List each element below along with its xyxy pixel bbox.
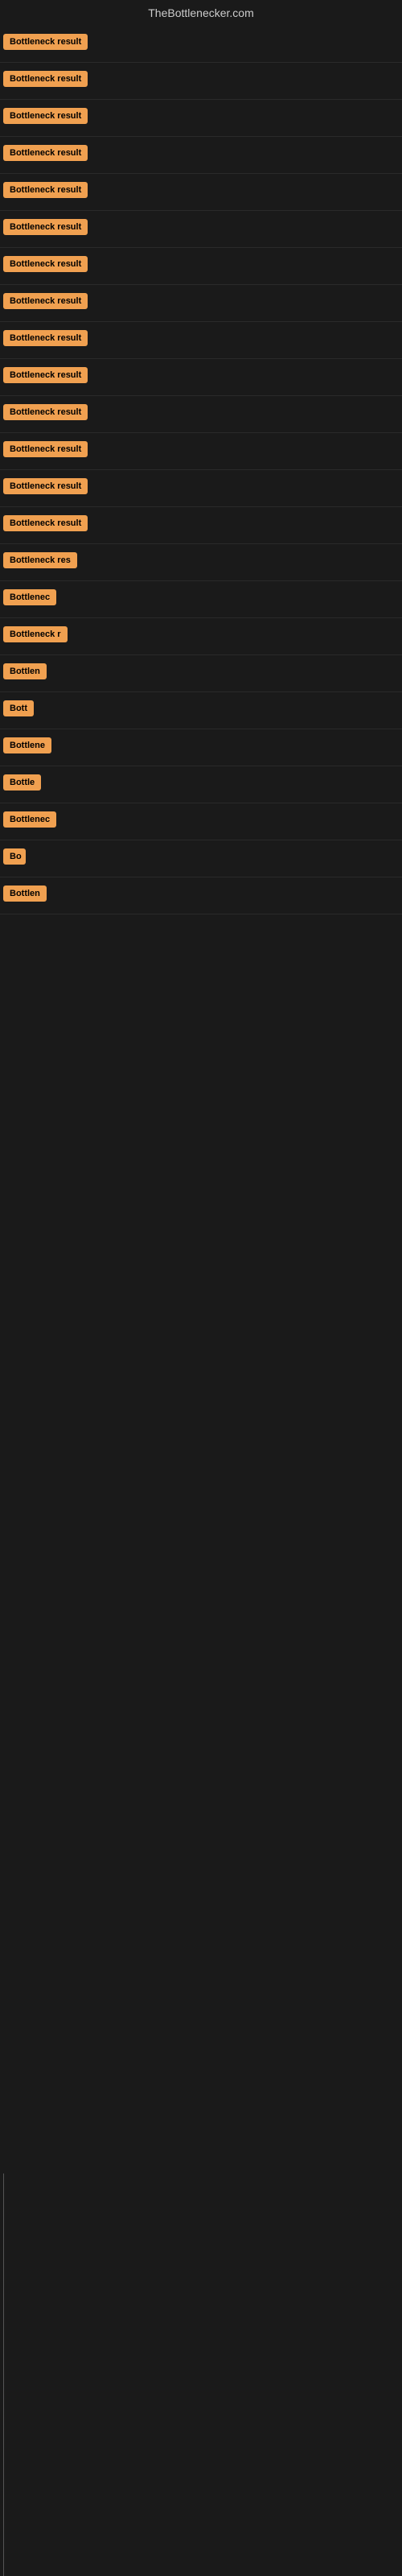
result-row: Bottleneck result — [0, 507, 402, 544]
bottleneck-badge[interactable]: Bottleneck result — [3, 182, 88, 198]
bottleneck-badge[interactable]: Bo — [3, 848, 26, 865]
result-row: Bottlen — [0, 877, 402, 914]
bottleneck-badge[interactable]: Bottlen — [3, 886, 47, 902]
result-row: Bottlenec — [0, 581, 402, 618]
bottleneck-badge[interactable]: Bottleneck r — [3, 626, 68, 642]
result-row: Bottleneck result — [0, 137, 402, 174]
bottleneck-badge[interactable]: Bott — [3, 700, 34, 716]
bottleneck-badge[interactable]: Bottleneck result — [3, 71, 88, 87]
result-row: Bo — [0, 840, 402, 877]
result-row: Bottleneck result — [0, 26, 402, 63]
result-row: Bottle — [0, 766, 402, 803]
bottleneck-badge[interactable]: Bottleneck result — [3, 34, 88, 50]
bottleneck-badge[interactable]: Bottleneck result — [3, 478, 88, 494]
site-title: TheBottlenecker.com — [0, 0, 402, 26]
bottleneck-badge[interactable]: Bottleneck result — [3, 256, 88, 272]
bottleneck-badge[interactable]: Bottleneck result — [3, 330, 88, 346]
result-row: Bottleneck result — [0, 433, 402, 470]
results-list: Bottleneck result Bottleneck result Bottle… — [0, 26, 402, 914]
bottleneck-badge[interactable]: Bottlene — [3, 737, 51, 753]
bottleneck-badge[interactable]: Bottleneck result — [3, 145, 88, 161]
bottleneck-badge[interactable]: Bottle — [3, 774, 41, 791]
result-row: Bottlene — [0, 729, 402, 766]
bottleneck-badge[interactable]: Bottleneck result — [3, 293, 88, 309]
result-row: Bottleneck result — [0, 211, 402, 248]
result-row: Bottleneck r — [0, 618, 402, 655]
result-row: Bottleneck result — [0, 285, 402, 322]
page-container: TheBottlenecker.com Bottleneck resultBot… — [0, 0, 402, 914]
result-row: Bott — [0, 692, 402, 729]
bottleneck-badge[interactable]: Bottleneck result — [3, 441, 88, 457]
bottleneck-badge[interactable]: Bottleneck result — [3, 515, 88, 531]
result-row: Bottleneck result — [0, 174, 402, 211]
result-row: Bottleneck result — [0, 470, 402, 507]
result-row: Bottleneck result — [0, 322, 402, 359]
result-row: Bottleneck result — [0, 63, 402, 100]
result-row: Bottlen — [0, 655, 402, 692]
result-row: Bottleneck result — [0, 396, 402, 433]
bottleneck-badge[interactable]: Bottlenec — [3, 811, 56, 828]
result-row: Bottleneck res — [0, 544, 402, 581]
bottleneck-badge[interactable]: Bottleneck result — [3, 404, 88, 420]
bottleneck-badge[interactable]: Bottleneck res — [3, 552, 77, 568]
vertical-line — [3, 2174, 4, 2576]
bottleneck-badge[interactable]: Bottlenec — [3, 589, 56, 605]
result-row: Bottleneck result — [0, 359, 402, 396]
bottleneck-badge[interactable]: Bottleneck result — [3, 367, 88, 383]
result-row: Bottleneck result — [0, 100, 402, 137]
result-row: Bottlenec — [0, 803, 402, 840]
bottleneck-badge[interactable]: Bottleneck result — [3, 219, 88, 235]
bottleneck-badge[interactable]: Bottlen — [3, 663, 47, 679]
result-row: Bottleneck result — [0, 248, 402, 285]
bottleneck-badge[interactable]: Bottleneck result — [3, 108, 88, 124]
